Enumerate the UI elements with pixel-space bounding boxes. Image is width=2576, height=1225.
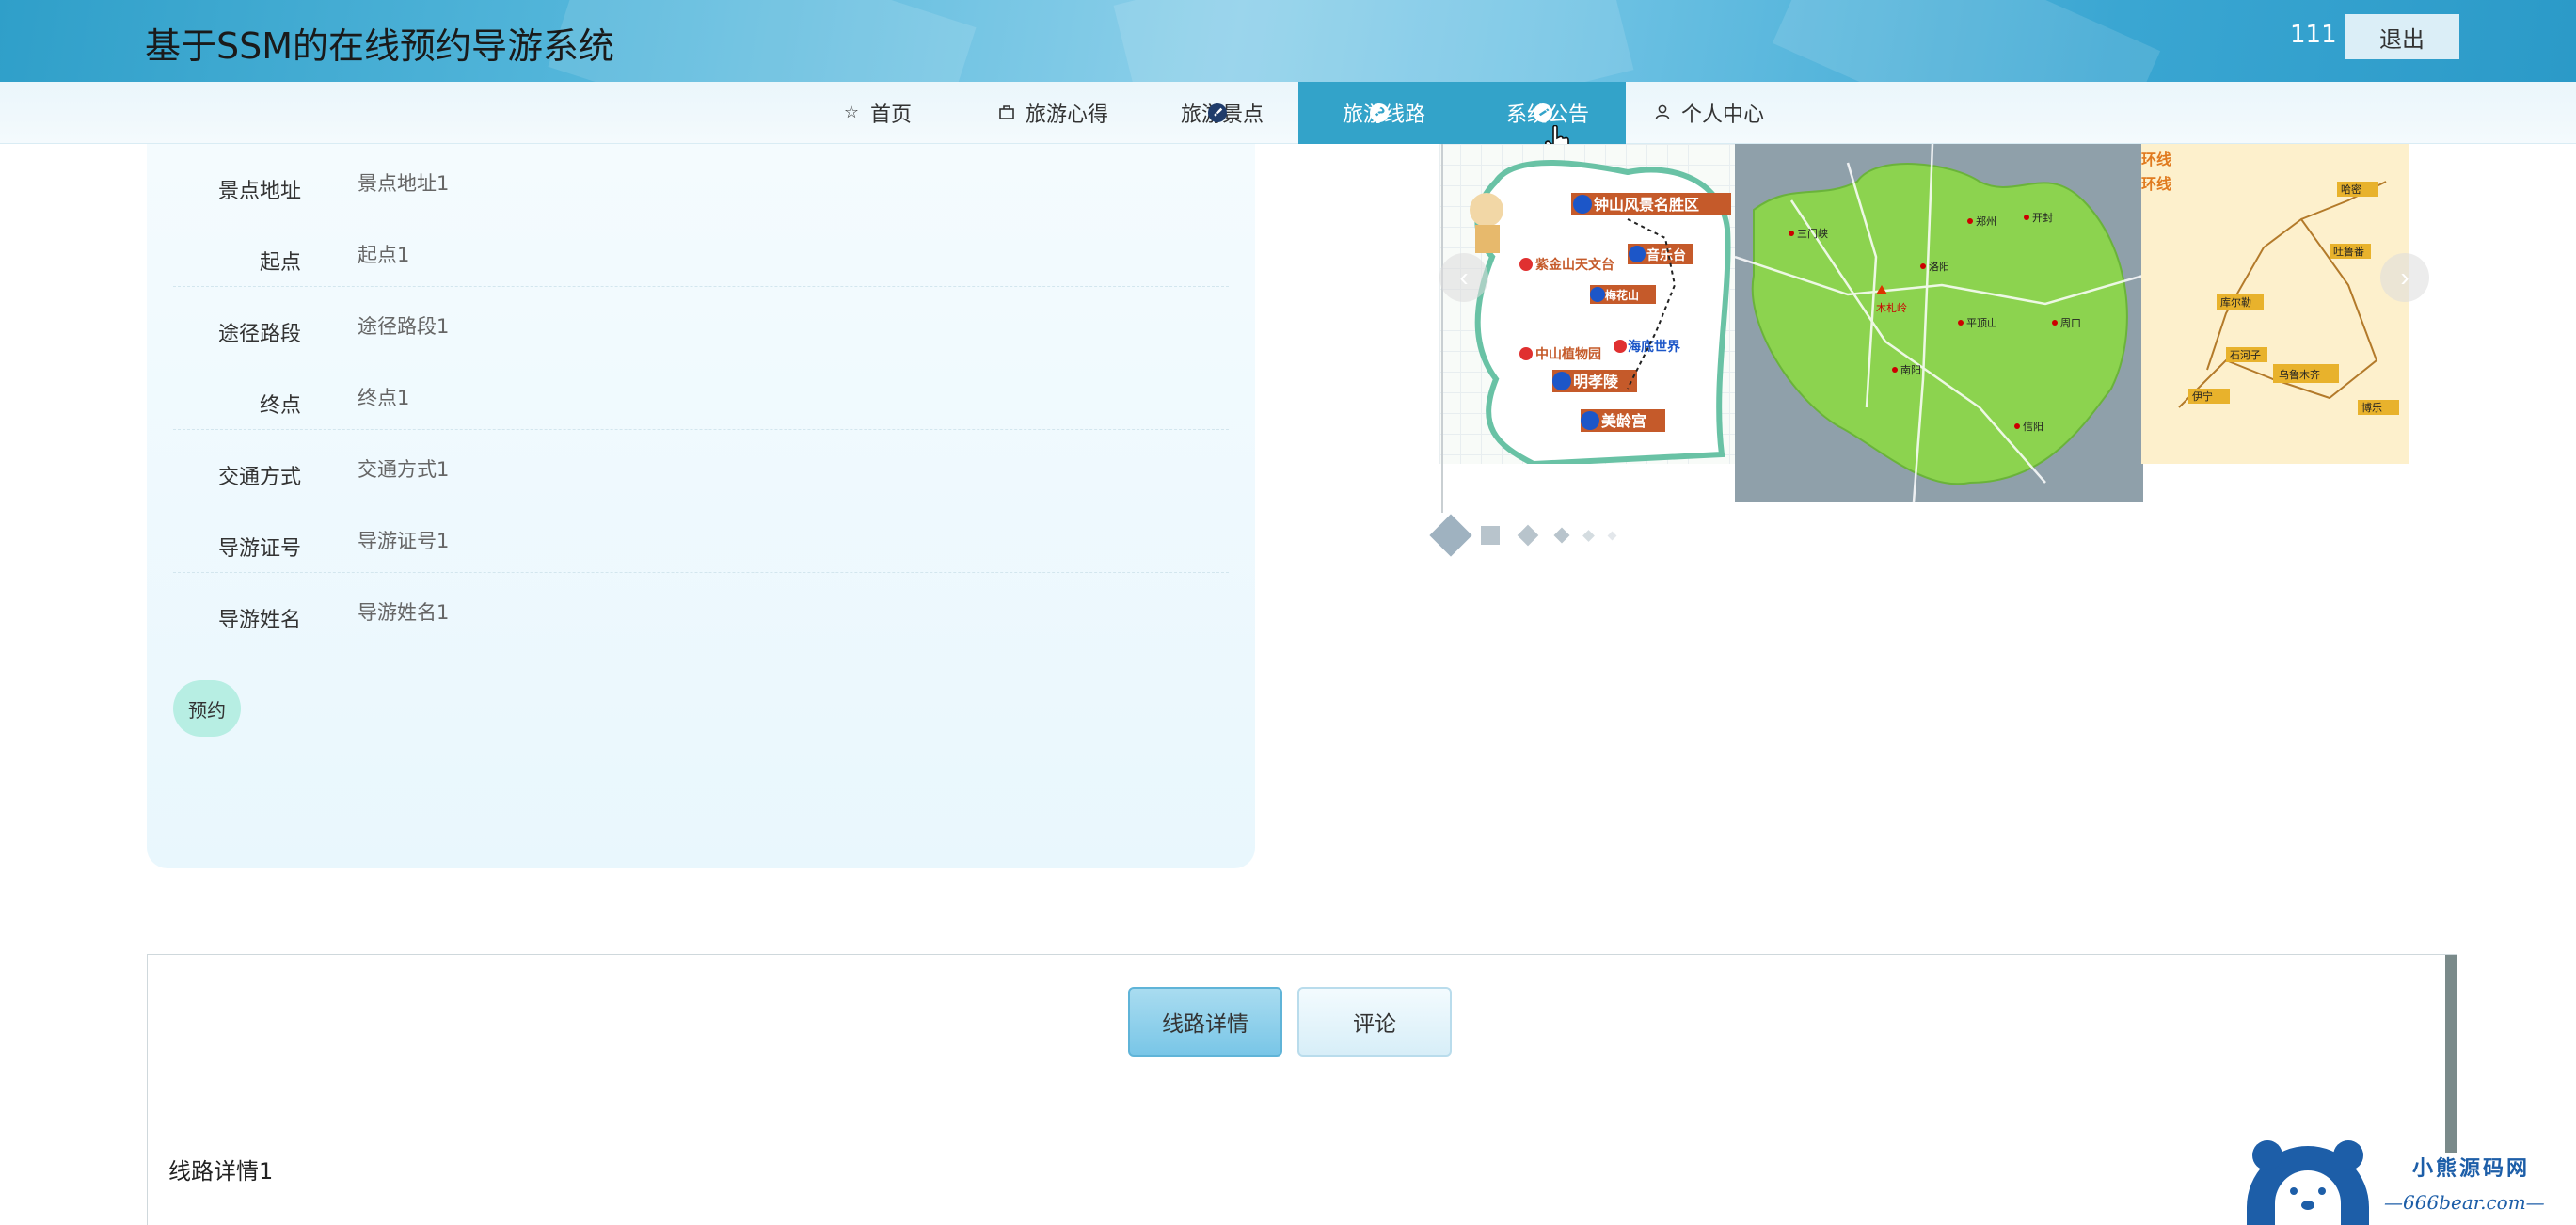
nav-item-attractions[interactable]: ! 旅游景点 [1153, 82, 1291, 144]
map-label: 洛阳 [1929, 260, 1949, 273]
info-label: 景点地址 [217, 180, 301, 203]
map-label: 美龄宫 [1601, 412, 1646, 430]
map-label: 周口 [2060, 317, 2081, 329]
map-label: 海底世界 [1628, 339, 1681, 355]
book-button[interactable]: 预约 [173, 680, 241, 737]
map-label: 博乐 [2361, 402, 2382, 414]
map-label: 乌鲁木齐 [2279, 368, 2320, 381]
info-label: 交通方式 [217, 466, 301, 489]
map-label: 开封 [2032, 211, 2053, 224]
watermark-brand: 小熊源码网 [2412, 1157, 2531, 1181]
bear-logo-icon [2247, 1140, 2369, 1225]
chevron-left-icon: ‹ [1459, 262, 1469, 292]
nav-item-travel-notes[interactable]: 旅游心得 [984, 82, 1121, 144]
info-value: 终点1 [358, 387, 410, 409]
info-label: 导游姓名 [217, 609, 301, 632]
nav-item-label: 个人中心 [1680, 103, 1764, 127]
map-label: 中山植物园 [1535, 346, 1601, 362]
header-decoration [1113, 0, 1634, 82]
carousel-dot-active[interactable] [1429, 514, 1472, 557]
carousel-slide-loop-map[interactable]: 环线 环线 乌鲁木齐 吐鲁番 哈密 库尔勒 伊宁 石河子 博乐 [2141, 144, 2409, 464]
image-carousel: 钟山风景名胜区 音乐台 梅花山 中山植物园 海底世界 明孝陵 紫金山天文台 美龄… [1429, 144, 2437, 558]
nav-item-label: 首页 [869, 103, 912, 127]
info-row-start: 起点 起点1 [173, 215, 1229, 287]
nav-item-profile[interactable]: 个人中心 [1652, 82, 1765, 144]
map-label: 南阳 [1900, 364, 1921, 376]
scenic-map-image: 钟山风景名胜区 音乐台 梅花山 中山植物园 海底世界 明孝陵 紫金山天文台 美龄… [1470, 160, 1731, 464]
nav-item-travel-routes[interactable]: ? 旅游线路 [1298, 82, 1470, 144]
info-value: 途径路段1 [358, 315, 450, 338]
carousel-dot[interactable] [1517, 524, 1539, 547]
map-label: 伊宁 [2192, 390, 2213, 403]
info-row-transport: 交通方式 交通方式1 [173, 430, 1229, 501]
header-decoration [1772, 0, 2161, 82]
map-label: 信阳 [2023, 421, 2043, 433]
map-label: 环线 [2141, 175, 2171, 193]
map-label: 紫金山天文台 [1535, 257, 1614, 273]
info-row-guide-license: 导游证号 导游证号1 [173, 501, 1229, 573]
carousel-next-button[interactable]: › [2380, 253, 2429, 302]
info-row-end: 终点 终点1 [173, 358, 1229, 430]
map-label: 库尔勒 [2220, 296, 2251, 309]
info-label: 终点 [259, 394, 301, 418]
carousel-dot[interactable] [1607, 531, 1617, 541]
watermark-url: —666bear.com— [2384, 1191, 2545, 1214]
chevron-right-icon: › [2400, 262, 2409, 292]
carousel-divider [1441, 144, 1443, 513]
watermark-logo: 小熊源码网 —666bear.com— [2247, 1140, 2567, 1225]
site-title: 基于SSM的在线预约导游系统 [145, 25, 615, 67]
info-label: 导游证号 [217, 537, 301, 561]
scrollbar[interactable] [2445, 955, 2457, 1153]
carousel-slide-region-map[interactable]: 三门峡 木札岭 郑州 洛阳 开封 南阳 周口 信阳 平顶山 [1735, 144, 2143, 502]
tab-comments[interactable]: 评论 [1297, 987, 1452, 1057]
nav-item-label: 旅游心得 [1025, 103, 1108, 127]
loop-map-image: 环线 环线 乌鲁木齐 吐鲁番 哈密 库尔勒 伊宁 石河子 博乐 [2141, 151, 2399, 415]
carousel-prev-button[interactable]: ‹ [1439, 253, 1488, 302]
info-value: 导游证号1 [358, 530, 450, 552]
user-icon [1653, 103, 1672, 122]
carousel-dot[interactable] [1553, 527, 1570, 544]
star-icon: ☆ [843, 103, 860, 122]
map-label: 平顶山 [1966, 317, 1997, 329]
map-label: 梅花山 [1605, 288, 1639, 302]
map-label: 吐鲁番 [2333, 245, 2364, 258]
tab-route-details[interactable]: 线路详情 [1128, 987, 1282, 1057]
username[interactable]: 111 [2290, 21, 2337, 49]
info-label: 途径路段 [217, 323, 301, 346]
map-label: 钟山风景名胜区 [1594, 196, 1699, 214]
carousel-indicators [1429, 514, 1675, 557]
map-label: 三门峡 [1797, 227, 1828, 240]
map-label: 郑州 [1976, 215, 1996, 228]
route-detail-content: 线路详情1 [168, 1158, 274, 1185]
info-label: 起点 [259, 251, 301, 275]
info-row-waypoints: 途径路段 途径路段1 [173, 287, 1229, 358]
main-nav: ☆ 首页 旅游心得 ! 旅游景点 ? 旅游线路 i 系统公告 个人中心 [0, 82, 2576, 158]
map-label: 哈密 [2341, 183, 2361, 196]
bag-icon [997, 103, 1016, 122]
map-label: 石河子 [2230, 349, 2261, 361]
top-header: 基于SSM的在线预约导游系统 111 退出 [0, 0, 2576, 82]
map-label: 环线 [2141, 151, 2171, 168]
carousel-slide-scenic-map[interactable]: 钟山风景名胜区 音乐台 梅花山 中山植物园 海底世界 明孝陵 紫金山天文台 美龄… [1439, 144, 1737, 464]
info-value: 导游姓名1 [358, 601, 450, 624]
info-value: 起点1 [358, 244, 410, 266]
map-label: 木札岭 [1876, 301, 1907, 314]
region-map-image: 三门峡 木札岭 郑州 洛阳 开封 南阳 周口 信阳 平顶山 [1735, 144, 2143, 502]
route-info-panel: 景点地址 景点地址1 起点 起点1 途径路段 途径路段1 终点 终点1 交通方式… [147, 144, 1255, 868]
info-row-guide-name: 导游姓名 导游姓名1 [173, 573, 1229, 644]
info-value: 交通方式1 [358, 458, 450, 481]
carousel-dot[interactable] [1582, 530, 1595, 542]
info-row-address: 景点地址 景点地址1 [173, 144, 1229, 215]
map-label: 明孝陵 [1573, 373, 1619, 390]
map-label: 音乐台 [1646, 247, 1686, 263]
carousel-dot[interactable] [1481, 526, 1500, 545]
info-value: 景点地址1 [358, 172, 450, 195]
logout-button[interactable]: 退出 [2345, 14, 2459, 59]
nav-item-home[interactable]: ☆ 首页 [828, 82, 926, 144]
route-detail-tabs: 线路详情 评论 线路详情1 [147, 954, 2457, 1225]
